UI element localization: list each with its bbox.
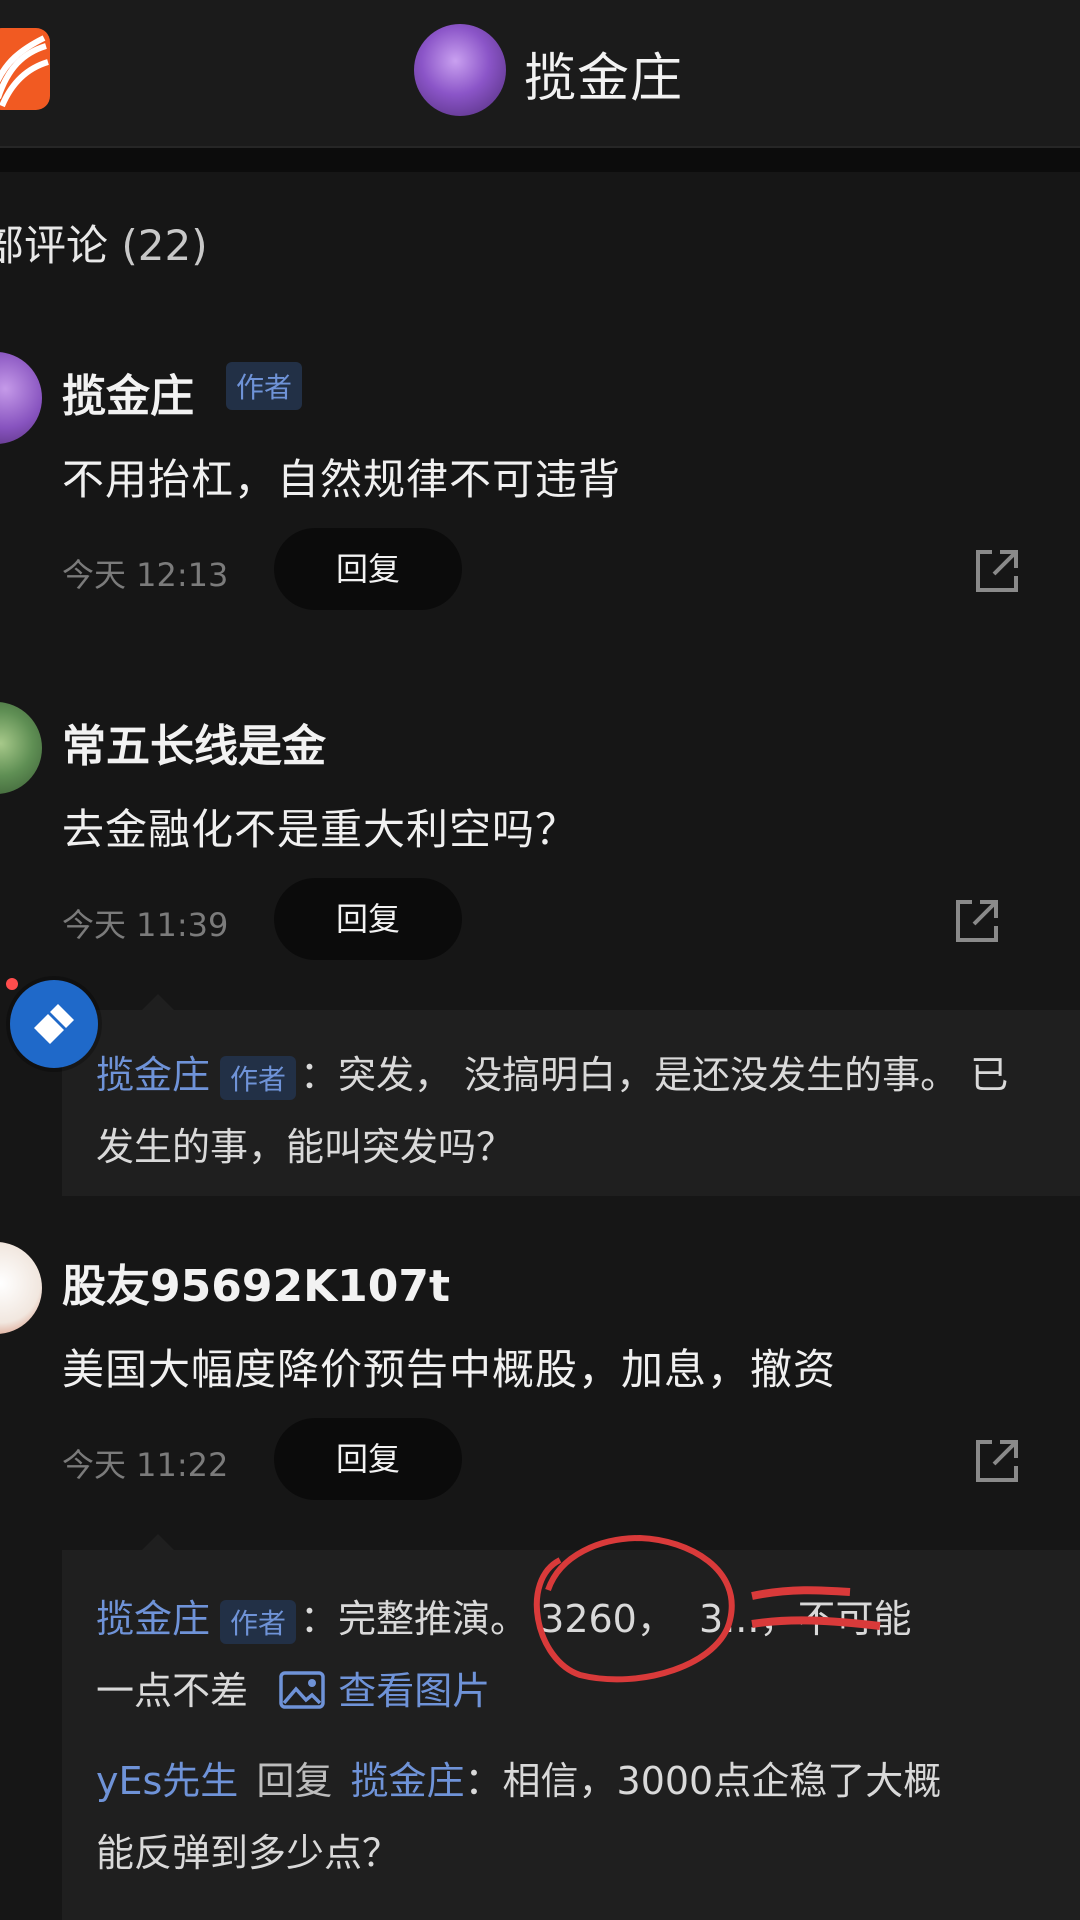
top-bar: 揽金庄 bbox=[0, 0, 1080, 148]
comment-username[interactable]: 股友95692K107t bbox=[62, 1250, 450, 1314]
reply-line: 一点不差 查看图片 bbox=[96, 1660, 490, 1715]
reply-button[interactable]: 回复 bbox=[274, 878, 462, 960]
reply-thread: 揽金庄 作者 ：突发， 没搞明白，是还没发生的事。 已 发生的事，能叫突发吗？ bbox=[62, 994, 1080, 1196]
reply-author[interactable]: 揽金庄 bbox=[96, 1053, 210, 1097]
comment-username[interactable]: 常五长线是金 bbox=[62, 710, 326, 774]
view-image-label: 查看图片 bbox=[338, 1669, 491, 1713]
image-icon bbox=[279, 1671, 325, 1709]
reply-line: 能反弹到多少点？ bbox=[96, 1831, 401, 1875]
reply-line: 揽金庄 作者 ：完整推演。 3260， 3...，不可能 bbox=[96, 1588, 911, 1644]
comment-time: 今天 12:13 bbox=[62, 556, 229, 594]
highlight-value: 3260， bbox=[540, 1597, 675, 1641]
reply-text-prefix: ：完整推演。 bbox=[300, 1597, 529, 1641]
author-badge: 作者 bbox=[220, 1599, 297, 1644]
reply-text: ：突发， 没搞明白，是还没发生的事。 已 bbox=[300, 1053, 1009, 1097]
reply-text: ：相信，3000点企稳了大概 bbox=[464, 1759, 942, 1803]
floating-action-button[interactable] bbox=[10, 980, 98, 1068]
reply-line: 揽金庄 作者 ：突发， 没搞明白，是还没发生的事。 已 bbox=[96, 1044, 1008, 1100]
section-title-text: 部评论 bbox=[0, 221, 109, 270]
comment-text: 美国大幅度降价预告中概股，加息，撤资 bbox=[62, 1345, 837, 1394]
reply-button[interactable]: 回复 bbox=[274, 528, 462, 610]
reply-text-suffix: 3...，不可能 bbox=[699, 1597, 912, 1641]
comments-section-title: 部评论 (22) bbox=[0, 212, 208, 273]
page-title: 揽金庄 bbox=[524, 49, 684, 109]
share-icon[interactable] bbox=[952, 896, 1002, 946]
comment-time: 今天 11:22 bbox=[62, 1446, 229, 1484]
view-image-link[interactable]: 查看图片 bbox=[278, 1669, 490, 1713]
avatar[interactable] bbox=[0, 702, 42, 794]
header-avatar[interactable] bbox=[414, 24, 506, 116]
reply-word: 回复 bbox=[256, 1759, 333, 1803]
reply-line: 发生的事，能叫突发吗？ bbox=[96, 1125, 515, 1169]
app-logo-icon[interactable] bbox=[0, 28, 50, 110]
reply-button[interactable]: 回复 bbox=[274, 1418, 462, 1500]
author-badge: 作者 bbox=[226, 362, 303, 410]
reply-target[interactable]: 揽金庄 bbox=[351, 1759, 465, 1803]
brush-icon bbox=[34, 1004, 74, 1044]
share-icon[interactable] bbox=[972, 546, 1022, 596]
divider bbox=[0, 148, 1080, 172]
comment-username[interactable]: 揽金庄 bbox=[62, 360, 194, 424]
author-badge: 作者 bbox=[220, 1055, 297, 1100]
share-icon[interactable] bbox=[972, 1436, 1022, 1486]
reply-text: 一点不差 bbox=[96, 1669, 249, 1713]
notification-dot bbox=[6, 978, 18, 990]
comment-text: 去金融化不是重大利空吗？ bbox=[62, 805, 579, 854]
reply-line: yEs先生 回复 揽金庄：相信，3000点企稳了大概 bbox=[96, 1750, 941, 1805]
reply-author[interactable]: yEs先生 bbox=[96, 1759, 238, 1803]
avatar[interactable] bbox=[0, 1242, 42, 1334]
comments-count: (22) bbox=[121, 221, 208, 270]
reply-thread: 揽金庄 作者 ：完整推演。 3260， 3...，不可能 一点不差 查看图片 yEs… bbox=[62, 1534, 1080, 1920]
comment-time: 今天 11:39 bbox=[62, 906, 229, 944]
reply-author[interactable]: 揽金庄 bbox=[96, 1597, 210, 1641]
avatar[interactable] bbox=[0, 352, 42, 444]
comment-text: 不用抬杠，自然规律不可违背 bbox=[62, 455, 622, 504]
